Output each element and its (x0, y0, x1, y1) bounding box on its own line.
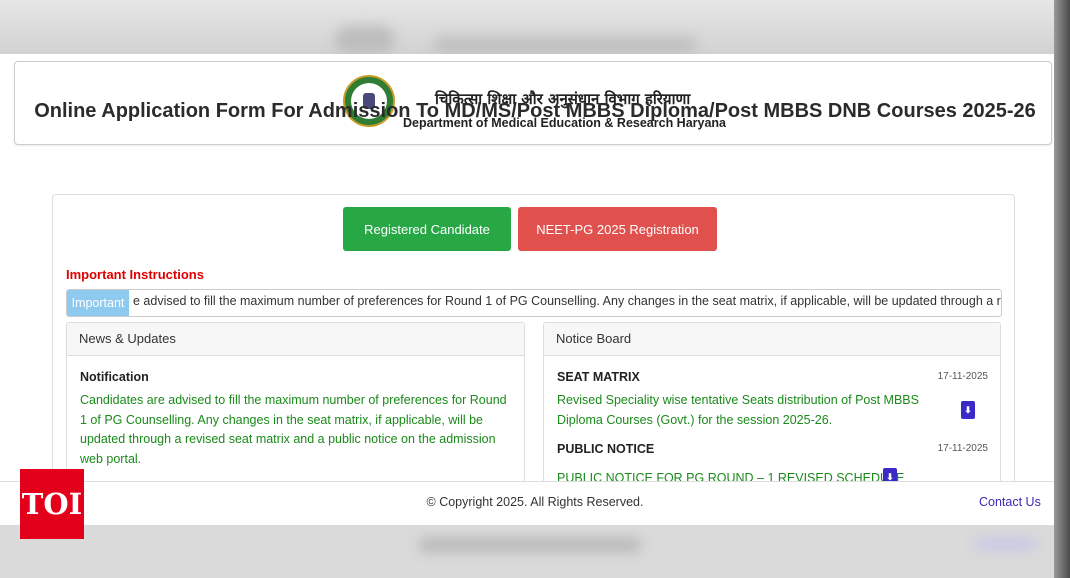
copyright-text: © Copyright 2025. All Rights Reserved. (426, 495, 644, 509)
background-blur-logo (335, 26, 395, 54)
page-title: Online Application Form For Admission To… (34, 100, 1036, 122)
notice-board-panel: Notice Board SEAT MATRIX 17-11-2025 Revi… (543, 322, 1001, 504)
notice-title-public-notice: PUBLIC NOTICE (557, 442, 655, 456)
notification-body: Candidates are advised to fill the maxim… (80, 393, 507, 466)
notice-board-header: Notice Board (544, 323, 1000, 356)
notice-date: 17-11-2025 (937, 371, 988, 382)
right-edge-shadow (1054, 0, 1070, 578)
notice-date: 17-11-2025 (937, 443, 988, 454)
marquee-text: e advised to fill the maximum number of … (133, 294, 1001, 308)
contact-us-link[interactable]: Contact Us (979, 495, 1041, 509)
footer: © Copyright 2025. All Rights Reserved. C… (0, 481, 1054, 525)
background-blur-text (435, 38, 695, 52)
notice-desc-seat-matrix[interactable]: Revised Speciality wise tentative Seats … (557, 391, 937, 430)
toi-watermark-logo: TOI (20, 469, 84, 539)
neet-pg-registration-button[interactable]: NEET-PG 2025 Registration (518, 207, 717, 251)
background-blur-copyright (420, 538, 640, 552)
news-updates-panel: News & Updates Notification Candidates a… (66, 322, 525, 504)
instructions-marquee: e advised to fill the maximum number of … (66, 289, 1002, 317)
page: चिकित्सा शिक्षा और अनुसंधान विभाग हरियाण… (0, 54, 1054, 525)
background-blur-contact (975, 538, 1035, 550)
important-badge: Important (67, 290, 129, 316)
news-updates-header: News & Updates (67, 323, 524, 356)
pdf-icon[interactable]: ⬇ (961, 401, 975, 419)
registered-candidate-button[interactable]: Registered Candidate (343, 207, 511, 251)
main-card: Registered Candidate NEET-PG 2025 Regist… (52, 194, 1015, 525)
notification-title: Notification (80, 370, 149, 384)
notice-title-seat-matrix: SEAT MATRIX (557, 370, 640, 384)
important-instructions-heading: Important Instructions (66, 267, 204, 282)
